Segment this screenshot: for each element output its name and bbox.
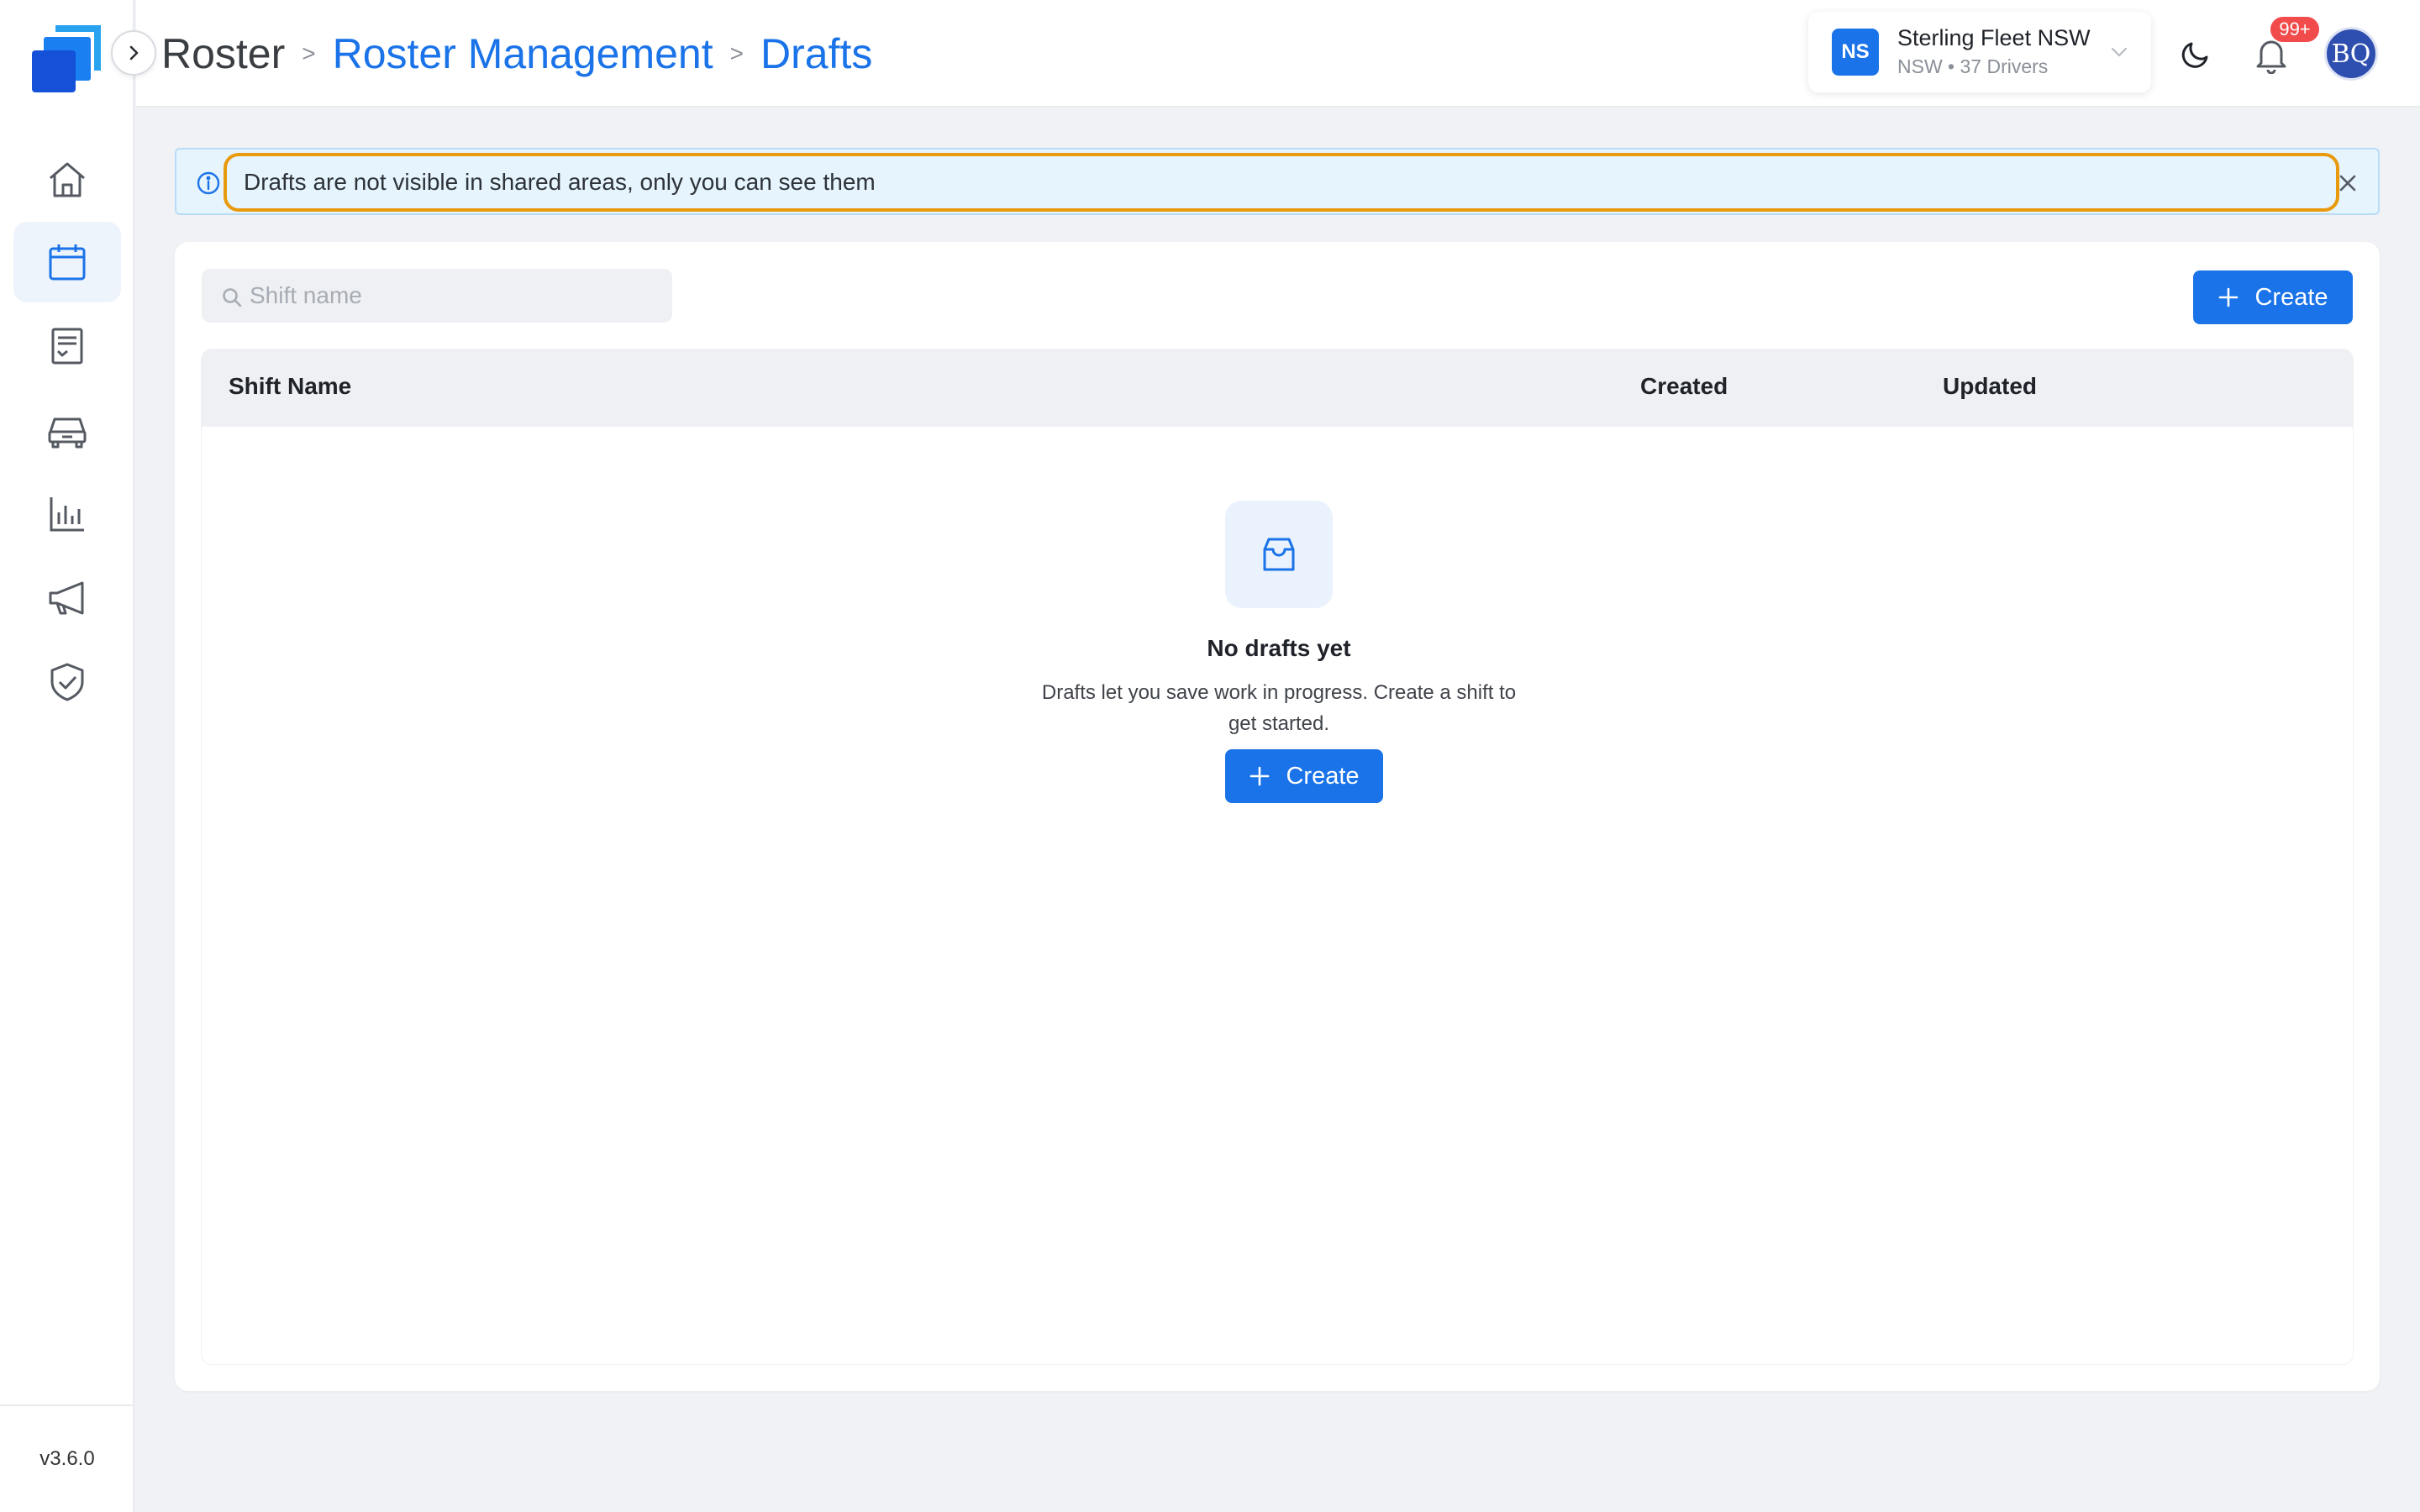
car-icon xyxy=(48,417,87,449)
sidebar-item-compliance[interactable] xyxy=(13,642,121,722)
org-name: Sterling Fleet NSW xyxy=(1897,25,2091,50)
sidebar-item-announcements[interactable] xyxy=(13,558,121,638)
breadcrumb-section[interactable]: Roster Management xyxy=(333,29,713,78)
app-version: v3.6.0 xyxy=(39,1447,95,1470)
sidebar-item-roster[interactable] xyxy=(13,222,121,302)
breadcrumb-separator: > xyxy=(729,40,744,66)
info-icon xyxy=(197,171,220,195)
drafts-card: Create Shift Name Created Updated No dra… xyxy=(175,242,2380,1391)
document-icon xyxy=(51,328,83,365)
table-header: Shift Name Created Updated xyxy=(202,349,2353,427)
breadcrumb-separator: > xyxy=(302,40,316,66)
create-button-label: Create xyxy=(2254,283,2328,311)
user-avatar[interactable]: BQ xyxy=(2324,27,2378,81)
theme-toggle-button[interactable] xyxy=(2180,37,2213,71)
column-header-created[interactable]: Created xyxy=(1640,373,1728,400)
info-banner: Drafts are not visible in shared areas, … xyxy=(175,148,2380,215)
sidebar-item-documents[interactable] xyxy=(13,306,121,386)
drafts-table: Shift Name Created Updated No drafts yet… xyxy=(202,349,2353,1364)
calendar-icon xyxy=(49,244,86,281)
bar-chart-icon xyxy=(50,497,84,532)
empty-state-create-label: Create xyxy=(1286,762,1360,790)
chevron-down-icon xyxy=(2112,48,2127,57)
org-subtitle: NSW • 37 Drivers xyxy=(1897,55,2049,77)
empty-state-create-button[interactable]: Create xyxy=(1225,749,1383,803)
search-box xyxy=(202,269,672,323)
close-icon[interactable] xyxy=(2336,171,2360,195)
column-header-updated[interactable]: Updated xyxy=(1943,373,2037,400)
search-input[interactable] xyxy=(250,270,661,322)
shield-check-icon xyxy=(50,663,84,701)
empty-state-illustration xyxy=(1225,501,1333,608)
megaphone-icon xyxy=(49,581,84,615)
inbox-icon xyxy=(1263,538,1295,571)
notification-count-badge: 99+ xyxy=(2269,15,2321,44)
org-badge: NS xyxy=(1832,29,1879,76)
banner-message-highlight: Drafts are not visible in shared areas, … xyxy=(224,153,2339,212)
empty-state-description: Drafts let you save work in progress. Cr… xyxy=(1041,681,1517,735)
organization-switcher[interactable]: NS Sterling Fleet NSW NSW • 37 Drivers xyxy=(1808,12,2151,92)
plus-icon xyxy=(2219,287,2238,307)
home-icon xyxy=(50,162,85,197)
sidebar-item-vehicles[interactable] xyxy=(13,390,121,470)
banner-message: Drafts are not visible in shared areas, … xyxy=(244,169,876,195)
breadcrumb-root[interactable]: Roster xyxy=(161,29,285,78)
search-icon xyxy=(223,288,242,307)
column-header-shift-name[interactable]: Shift Name xyxy=(229,373,351,400)
create-button[interactable]: Create xyxy=(2193,270,2353,324)
moon-icon xyxy=(2181,42,2208,68)
empty-state-title: No drafts yet xyxy=(1207,635,1351,661)
sidebar-item-home[interactable] xyxy=(13,139,121,220)
app-logo[interactable] xyxy=(30,22,104,94)
sidebar-item-reports[interactable] xyxy=(13,474,121,554)
breadcrumb-current: Drafts xyxy=(760,30,873,77)
breadcrumb: Roster > Roster Management > Drafts xyxy=(161,0,872,108)
sidebar: v3.6.0 xyxy=(0,0,134,1512)
sidebar-toggle-button[interactable] xyxy=(111,30,156,76)
sidebar-footer: v3.6.0 xyxy=(0,1404,134,1512)
plus-icon xyxy=(1250,766,1270,786)
chevron-right-icon xyxy=(129,45,139,60)
